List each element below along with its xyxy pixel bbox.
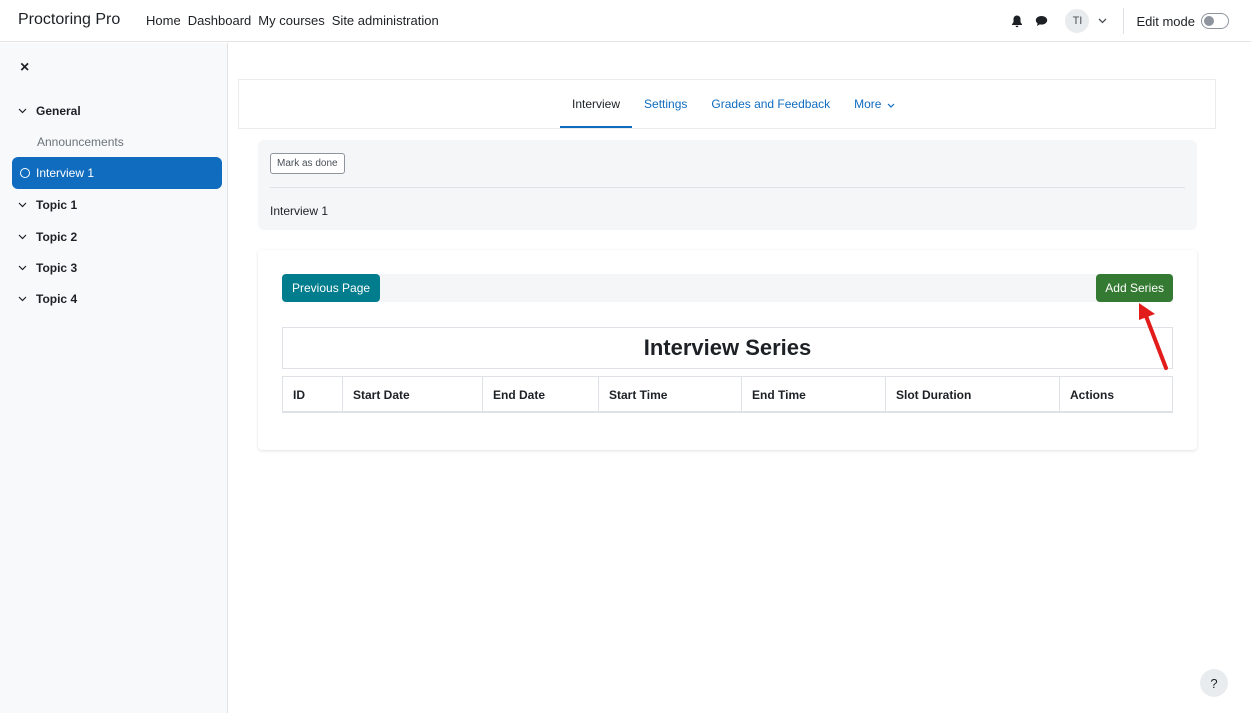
top-navbar: Proctoring Pro Home Dashboard My courses… <box>0 0 1251 42</box>
sidebar-item-label: Topic 4 <box>36 292 78 306</box>
nav-my-courses[interactable]: My courses <box>258 13 324 28</box>
site-brand[interactable]: Proctoring Pro <box>18 11 120 29</box>
chevron-down-icon[interactable] <box>18 202 28 208</box>
activity-status-icon <box>20 168 30 178</box>
secondary-navigation: Interview Settings Grades and Feedback M… <box>238 79 1216 129</box>
column-header-start-time: Start Time <box>599 377 742 412</box>
sidebar-item-interview-1[interactable]: Interview 1 <box>12 157 222 189</box>
course-index-drawer: × General Announcements Interview 1 Topi… <box>0 43 228 713</box>
sidebar-item-label: Interview 1 <box>36 166 95 180</box>
mark-as-done-button[interactable]: Mark as done <box>270 153 345 174</box>
sidebar-section-topic-4[interactable]: Topic 4 <box>18 292 77 306</box>
divider <box>270 187 1185 188</box>
bell-icon[interactable] <box>1009 13 1025 29</box>
button-bar: Previous Page Add Series <box>282 274 1173 302</box>
chat-icon[interactable] <box>1033 13 1049 29</box>
chevron-down-icon <box>887 103 895 108</box>
column-header-actions: Actions <box>1070 387 1115 402</box>
column-header-start-date: Start Date <box>343 377 483 412</box>
add-series-button[interactable]: Add Series <box>1096 274 1173 302</box>
chevron-down-icon[interactable] <box>18 234 28 240</box>
sidebar-section-topic-1[interactable]: Topic 1 <box>18 198 77 212</box>
nav-dashboard[interactable]: Dashboard <box>188 13 252 28</box>
chevron-down-icon[interactable] <box>18 296 28 302</box>
nav-home[interactable]: Home <box>146 13 181 28</box>
toggle-knob <box>1204 16 1214 26</box>
nav-site-administration[interactable]: Site administration <box>332 13 439 28</box>
tab-grades-and-feedback[interactable]: Grades and Feedback <box>699 80 842 128</box>
edit-mode-label: Edit mode <box>1136 13 1195 29</box>
sidebar-section-topic-3[interactable]: Topic 3 <box>18 261 77 275</box>
tab-settings[interactable]: Settings <box>632 80 699 128</box>
table-title: Interview Series <box>282 327 1173 369</box>
activity-header: Mark as done Interview 1 <box>258 140 1197 230</box>
sidebar-item-label: Topic 1 <box>36 198 78 212</box>
previous-page-button[interactable]: Previous Page <box>282 274 381 302</box>
tab-bar: Interview Settings Grades and Feedback M… <box>560 80 907 128</box>
sidebar-item-announcements[interactable]: Announcements <box>37 135 124 149</box>
tab-more[interactable]: More <box>842 80 907 128</box>
column-header-slot-duration: Slot Duration <box>886 377 1060 412</box>
sidebar-item-label: General <box>36 104 81 118</box>
navbar-right: TI Edit mode <box>1009 8 1229 34</box>
help-button[interactable]: ? <box>1200 669 1228 697</box>
column-header-end-date: End Date <box>483 377 599 412</box>
column-header-id: ID <box>283 377 343 412</box>
chevron-down-icon[interactable] <box>18 108 28 114</box>
interview-series-panel: Previous Page Add Series Interview Serie… <box>258 250 1197 450</box>
primary-navigation: Home Dashboard My courses Site administr… <box>146 13 439 28</box>
sidebar-item-label: Topic 3 <box>36 261 78 275</box>
user-avatar[interactable]: TI <box>1065 9 1090 33</box>
tab-interview[interactable]: Interview <box>560 80 633 128</box>
activity-description: Interview 1 <box>270 204 329 218</box>
column-header-end-time: End Time <box>742 377 886 412</box>
navbar-divider <box>1123 8 1125 34</box>
close-icon[interactable]: × <box>20 59 29 77</box>
sidebar-item-label: Topic 2 <box>36 230 78 244</box>
chevron-down-icon[interactable] <box>1097 16 1107 26</box>
chevron-down-icon[interactable] <box>18 265 28 271</box>
edit-mode-toggle[interactable] <box>1201 13 1229 29</box>
tab-more-label: More <box>854 97 882 111</box>
annotation-arrow-icon <box>1139 303 1168 370</box>
sidebar-section-topic-2[interactable]: Topic 2 <box>18 230 77 244</box>
table-header-row: ID Start Date End Date Start Time End Ti… <box>282 376 1173 413</box>
sidebar-section-general[interactable]: General <box>18 104 81 118</box>
